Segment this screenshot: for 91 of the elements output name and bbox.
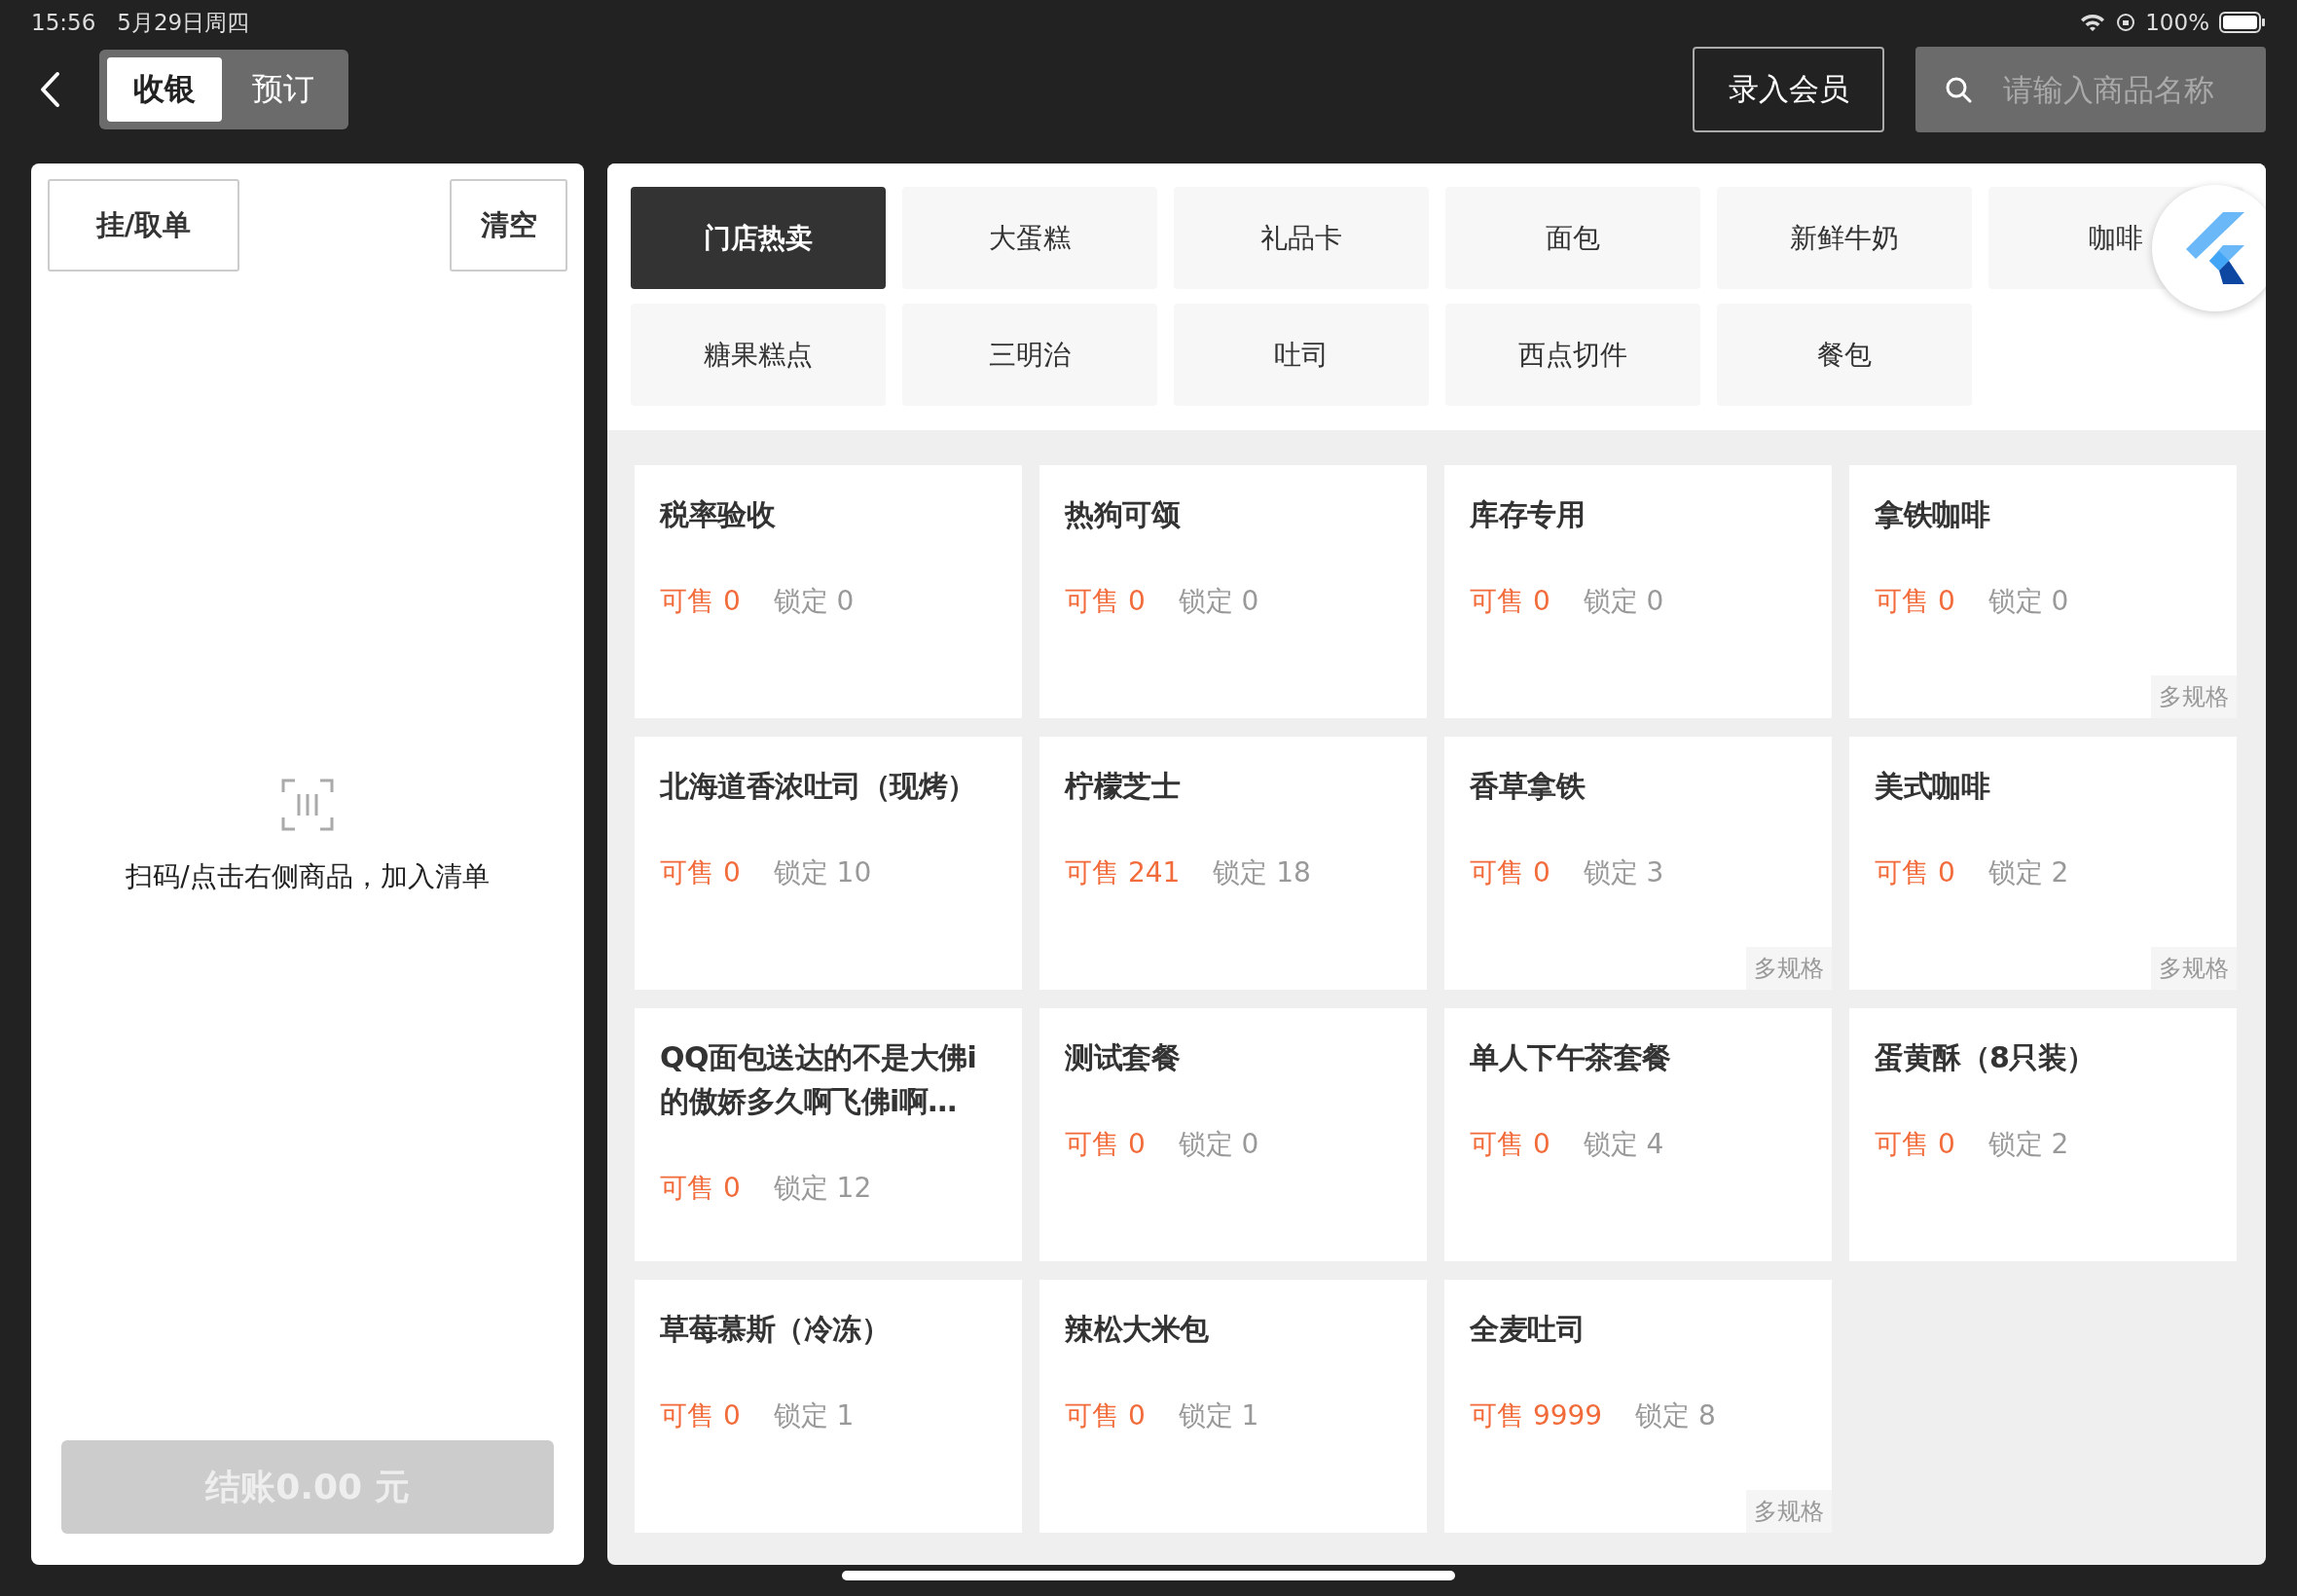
product-card[interactable]: 香草拿铁 可售 0 锁定 3 多规格 xyxy=(1444,737,1832,990)
category-tab[interactable]: 面包 xyxy=(1445,187,1700,289)
product-card[interactable]: 测试套餐 可售 0 锁定 0 xyxy=(1039,1008,1427,1261)
product-name: 热狗可颂 xyxy=(1065,496,1182,533)
product-name: 税率验收 xyxy=(660,496,777,533)
status-time: 15:56 xyxy=(31,10,96,35)
product-name: QQ面包送达的不是大佛i的傲娇多久啊飞佛i啊… xyxy=(660,1039,978,1120)
available-count: 可售 0 xyxy=(660,855,741,890)
locked-count: 锁定 8 xyxy=(1635,1398,1716,1433)
available-count: 可售 0 xyxy=(1065,1398,1146,1433)
category-tab[interactable]: 糖果糕点 xyxy=(631,304,886,406)
mode-tab[interactable]: 预订 xyxy=(226,57,341,122)
product-card[interactable]: 北海道香浓吐司（现烤） 可售 0 锁定 10 xyxy=(635,737,1022,990)
product-name: 辣松大米包 xyxy=(1065,1311,1210,1348)
product-card[interactable]: 柠檬芝士 可售 241 锁定 18 xyxy=(1039,737,1427,990)
empty-cart-hint: 扫码/点击右侧商品，加入清单 xyxy=(126,858,490,894)
available-count: 可售 0 xyxy=(1470,855,1550,890)
search-field[interactable]: 请输入商品名称 xyxy=(1915,47,2266,132)
locked-count: 锁定 0 xyxy=(1178,584,1259,619)
multi-spec-tag: 多规格 xyxy=(1746,1490,1832,1533)
locked-count: 锁定 1 xyxy=(1178,1398,1259,1433)
locked-count: 锁定 0 xyxy=(1987,584,2069,619)
available-count: 可售 0 xyxy=(1470,1127,1550,1162)
product-card[interactable]: 拿铁咖啡 可售 0 锁定 0 多规格 xyxy=(1849,465,2237,718)
locked-count: 锁定 2 xyxy=(1987,855,2069,890)
back-icon[interactable] xyxy=(39,71,60,108)
product-card[interactable]: 蛋黄酥（8只装） 可售 0 锁定 2 xyxy=(1849,1008,2237,1261)
category-tab[interactable]: 礼品卡 xyxy=(1174,187,1429,289)
battery-icon xyxy=(2219,12,2266,33)
locked-count: 锁定 3 xyxy=(1583,855,1664,890)
product-name: 北海道香浓吐司（现烤） xyxy=(660,768,977,805)
available-count: 可售 0 xyxy=(660,1398,741,1433)
hold-order-button[interactable]: 挂/取单 xyxy=(48,179,239,272)
wifi-icon xyxy=(2079,12,2107,33)
product-card[interactable]: QQ面包送达的不是大佛i的傲娇多久啊飞佛i啊… 可售 0 锁定 12 xyxy=(635,1008,1022,1261)
available-count: 可售 9999 xyxy=(1470,1398,1603,1433)
available-count: 可售 0 xyxy=(1065,584,1146,619)
product-name: 拿铁咖啡 xyxy=(1875,496,1991,533)
add-member-button[interactable]: 录入会员 xyxy=(1693,47,1884,132)
available-count: 可售 0 xyxy=(1875,1127,1955,1162)
category-tab[interactable]: 门店热卖 xyxy=(631,187,886,289)
product-card[interactable]: 税率验收 可售 0 锁定 0 xyxy=(635,465,1022,718)
locked-count: 锁定 0 xyxy=(773,584,855,619)
logo-icon xyxy=(2186,212,2244,284)
available-count: 可售 0 xyxy=(1470,584,1550,619)
product-card[interactable]: 全麦吐司 可售 9999 锁定 8 多规格 xyxy=(1444,1280,1832,1533)
available-count: 可售 0 xyxy=(1875,584,1955,619)
clear-button[interactable]: 清空 xyxy=(450,179,567,272)
product-name: 柠檬芝士 xyxy=(1065,768,1182,805)
product-name: 库存专用 xyxy=(1470,496,1586,533)
category-tab[interactable]: 三明治 xyxy=(902,304,1157,406)
locked-count: 锁定 12 xyxy=(773,1171,872,1206)
product-name: 美式咖啡 xyxy=(1875,768,1991,805)
locked-count: 锁定 10 xyxy=(773,855,872,890)
status-date: 5月29日周四 xyxy=(117,8,250,37)
category-tab[interactable]: 大蛋糕 xyxy=(902,187,1157,289)
search-icon xyxy=(1945,76,1972,103)
locked-count: 锁定 18 xyxy=(1213,855,1311,890)
multi-spec-tag: 多规格 xyxy=(2151,947,2237,990)
orientation-lock-icon xyxy=(2116,13,2136,32)
product-card[interactable]: 热狗可颂 可售 0 锁定 0 xyxy=(1039,465,1427,718)
locked-count: 锁定 4 xyxy=(1583,1127,1664,1162)
category-tab[interactable]: 餐包 xyxy=(1717,304,1972,406)
available-count: 可售 0 xyxy=(1065,1127,1146,1162)
product-name: 单人下午茶套餐 xyxy=(1470,1039,1672,1076)
category-tab[interactable]: 新鲜牛奶 xyxy=(1717,187,1972,289)
product-name: 草莓慕斯（冷冻） xyxy=(660,1311,891,1348)
product-card[interactable]: 单人下午茶套餐 可售 0 锁定 4 xyxy=(1444,1008,1832,1261)
locked-count: 锁定 0 xyxy=(1583,584,1664,619)
product-name: 测试套餐 xyxy=(1065,1039,1182,1076)
multi-spec-tag: 多规格 xyxy=(2151,675,2237,718)
available-count: 可售 0 xyxy=(660,584,741,619)
product-card[interactable]: 美式咖啡 可售 0 锁定 2 多规格 xyxy=(1849,737,2237,990)
product-name: 蛋黄酥（8只装） xyxy=(1875,1039,2096,1076)
mode-tab[interactable]: 收银 xyxy=(107,57,222,122)
product-card[interactable]: 库存专用 可售 0 锁定 0 xyxy=(1444,465,1832,718)
product-card[interactable]: 辣松大米包 可售 0 锁定 1 xyxy=(1039,1280,1427,1533)
locked-count: 锁定 1 xyxy=(773,1398,855,1433)
battery-percent: 100% xyxy=(2145,10,2209,35)
category-tab[interactable]: 西点切件 xyxy=(1445,304,1700,406)
available-count: 可售 0 xyxy=(660,1171,741,1206)
scan-icon xyxy=(281,778,334,831)
available-count: 可售 241 xyxy=(1065,855,1181,890)
product-card[interactable]: 草莓慕斯（冷冻） 可售 0 锁定 1 xyxy=(635,1280,1022,1533)
multi-spec-tag: 多规格 xyxy=(1746,947,1832,990)
locked-count: 锁定 2 xyxy=(1987,1127,2069,1162)
product-name: 全麦吐司 xyxy=(1470,1311,1586,1348)
category-tab[interactable]: 吐司 xyxy=(1174,304,1429,406)
product-name: 香草拿铁 xyxy=(1470,768,1586,805)
available-count: 可售 0 xyxy=(1875,855,1955,890)
locked-count: 锁定 0 xyxy=(1178,1127,1259,1162)
